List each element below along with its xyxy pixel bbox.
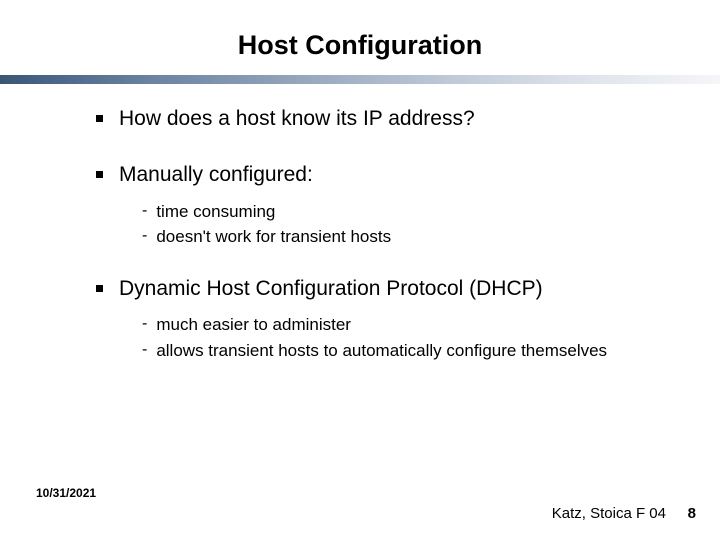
dash-icon: - <box>142 202 147 220</box>
divider-bar <box>0 75 720 84</box>
sub-list: - much easier to administer - allows tra… <box>96 314 650 362</box>
sub-text: time consuming <box>156 201 275 223</box>
bullet-text: Manually configured: <box>119 162 313 188</box>
bullet-item: How does a host know its IP address? <box>96 106 650 132</box>
sub-item: - much easier to administer <box>142 314 650 336</box>
sub-text: doesn't work for transient hosts <box>156 226 391 248</box>
bullet-item: Dynamic Host Configuration Protocol (DHC… <box>96 276 650 302</box>
bullet-text: How does a host know its IP address? <box>119 106 475 132</box>
sub-list: - time consuming - doesn't work for tran… <box>96 201 650 249</box>
footer-credit: Katz, Stoica F 04 <box>552 505 666 522</box>
footer-page-number: 8 <box>688 505 696 522</box>
slide-title: Host Configuration <box>0 0 720 75</box>
sub-text: allows transient hosts to automatically … <box>156 340 607 362</box>
sub-item: - doesn't work for transient hosts <box>142 226 650 248</box>
slide-body: How does a host know its IP address? Man… <box>0 84 720 362</box>
square-bullet-icon <box>96 115 103 122</box>
bullet-item: Manually configured: <box>96 162 650 188</box>
square-bullet-icon <box>96 171 103 178</box>
sub-text: much easier to administer <box>156 314 351 336</box>
bullet-text: Dynamic Host Configuration Protocol (DHC… <box>119 276 543 302</box>
dash-icon: - <box>142 315 147 333</box>
sub-item: - time consuming <box>142 201 650 223</box>
square-bullet-icon <box>96 285 103 292</box>
sub-item: - allows transient hosts to automaticall… <box>142 340 650 362</box>
dash-icon: - <box>142 341 147 359</box>
footer-date: 10/31/2021 <box>36 486 96 500</box>
dash-icon: - <box>142 227 147 245</box>
